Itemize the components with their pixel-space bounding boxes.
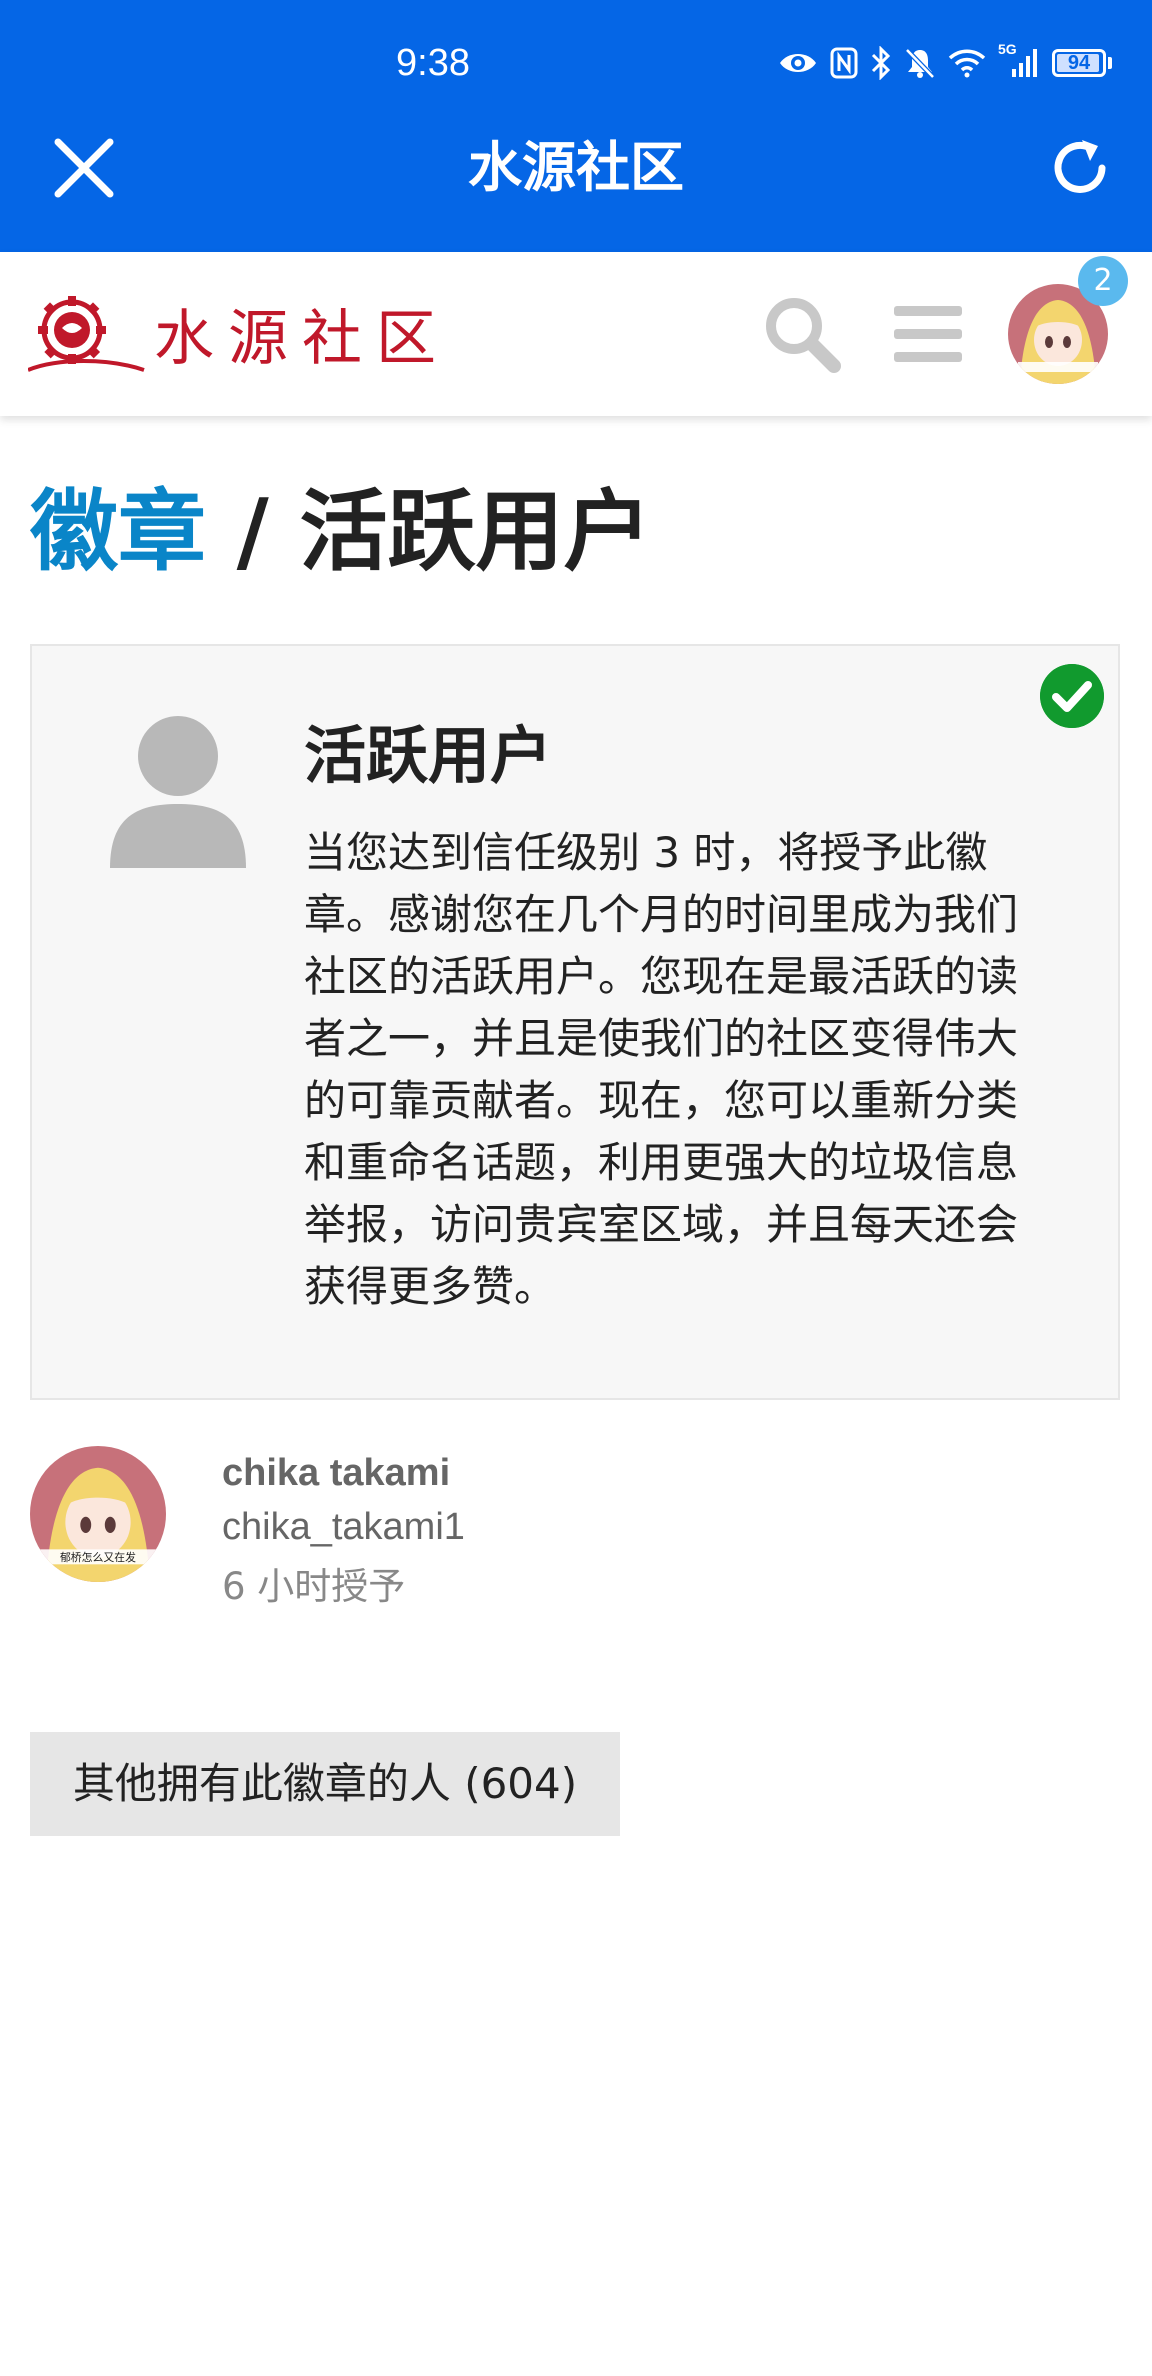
breadcrumb: 徽章 / 活跃用户 bbox=[30, 482, 651, 582]
battery-icon: 94 bbox=[1052, 49, 1112, 77]
refresh-button[interactable] bbox=[1044, 132, 1116, 204]
hamburger-menu-icon[interactable] bbox=[890, 298, 966, 370]
wifi-icon bbox=[948, 49, 986, 78]
bluetooth-icon bbox=[871, 46, 891, 80]
badge-description: 当您达到信任级别 3 时，将授予此徽章。感谢您在几个月的时间里成为我们社区的活跃… bbox=[304, 828, 1019, 1311]
site-header: 水源社区 bbox=[0, 252, 1152, 416]
checkmark-icon bbox=[1040, 664, 1104, 728]
avatar-image: 郁桥怎么又在发 bbox=[30, 1446, 166, 1582]
granted-time: 6 小时授予 bbox=[222, 1565, 406, 1608]
logo-text: 水源社区 bbox=[154, 304, 450, 374]
battery-level: 94 bbox=[1067, 52, 1091, 74]
badge-name: 活跃用户 bbox=[304, 719, 553, 792]
status-time: 9:38 bbox=[396, 42, 470, 84]
breadcrumb-current: 活跃用户 bbox=[299, 480, 652, 583]
avatar-caption: 郁桥怎么又在发 bbox=[60, 1550, 136, 1564]
granted-user-avatar[interactable]: 郁桥怎么又在发 bbox=[30, 1446, 166, 1582]
user-icon bbox=[110, 716, 246, 868]
granted-user-username[interactable]: chika_takami1 bbox=[222, 1502, 465, 1552]
site-logo[interactable]: 水源社区 bbox=[28, 290, 450, 377]
granted-user-name[interactable]: chika takami bbox=[222, 1448, 450, 1498]
status-icons: 5G 94 bbox=[778, 41, 1112, 80]
app-bar: 9:38 5G 94 水源社区 bbox=[0, 0, 1152, 252]
mute-icon bbox=[905, 48, 935, 79]
badge-card: 活跃用户 当您达到信任级别 3 时，将授予此徽章。感谢您在几个月的时间里成为我们… bbox=[30, 644, 1120, 1400]
nfc-icon bbox=[830, 47, 858, 79]
others-with-badge-button[interactable]: 其他拥有此徽章的人 (604) bbox=[30, 1732, 620, 1836]
search-icon[interactable] bbox=[760, 292, 844, 376]
breadcrumb-separator: / bbox=[206, 480, 300, 583]
app-bar-title: 水源社区 bbox=[468, 136, 684, 199]
logo-emblem-icon bbox=[28, 295, 145, 372]
eye-icon bbox=[780, 54, 816, 72]
notification-badge[interactable]: 2 bbox=[1078, 256, 1128, 306]
breadcrumb-badges-link[interactable]: 徽章 bbox=[30, 480, 206, 583]
signal-icon: 5G bbox=[998, 41, 1040, 79]
